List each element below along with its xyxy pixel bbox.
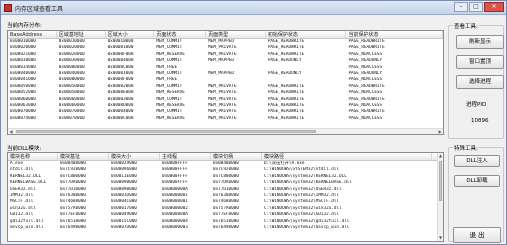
regions-header: BaseAddress 区域基地址 区域大小 页面状态 页面类型 初始保护状态 当前保护状态 xyxy=(8,31,443,39)
regions-column-header[interactable]: 页面状态 xyxy=(154,31,207,38)
modules-header: 模块名称 模块基址 模块大小 主线程 模块句柄 模块路径 xyxy=(8,153,443,161)
regions-column-header[interactable]: 页面类型 xyxy=(206,31,266,38)
regions-cell: PAGE_NOACCESS xyxy=(348,115,383,121)
scroll-right-icon[interactable]: ▶ xyxy=(437,129,443,134)
exit-button[interactable]: 退 出 xyxy=(453,227,501,243)
modules-cell: 0x76490000 xyxy=(213,224,239,230)
regions-hscrollbar[interactable]: ◀ ▶ xyxy=(8,128,443,134)
window-topmost-button[interactable]: 窗口置顶 xyxy=(456,55,504,69)
regions-hscroll-thumb[interactable] xyxy=(16,130,316,133)
dll-modules-listview[interactable]: 模块名称 模块基址 模块大小 主线程 模块句柄 模块路径 A.exe 0x00400000 0… xyxy=(7,152,444,242)
special-tools-title: 特殊工具: xyxy=(453,144,479,152)
modules-row[interactable]: msvcp_win.dll 0x76490000 0x0007D000 0x00000… xyxy=(8,225,443,231)
modules-column-header[interactable]: 模块大小 xyxy=(109,153,160,160)
title-bar[interactable]: 内存区域查看工具 – □ ✕ xyxy=(1,1,506,15)
dll-unload-button[interactable]: DLL卸载 xyxy=(454,175,500,187)
modules-column-header[interactable]: 主线程 xyxy=(160,153,211,160)
regions-group-label: 当前内存分布: xyxy=(7,23,42,29)
dll-inject-button[interactable]: DLL注入 xyxy=(454,155,500,167)
process-id-label: 进程PID xyxy=(466,102,487,108)
modules-column-header[interactable]: 模块路径 xyxy=(262,153,432,160)
regions-cell: MEM_PRIVATE xyxy=(208,115,237,121)
modules-cell: msvcp_win.dll xyxy=(10,224,44,230)
memory-regions-listview[interactable]: BaseAddress 区域基地址 区域大小 页面状态 页面类型 初始保护状态 当前保护状态… xyxy=(7,30,444,135)
scroll-down-icon[interactable]: ▼ xyxy=(438,235,443,241)
process-id-value: 10896 xyxy=(471,118,489,124)
main-window: 内存区域查看工具 – □ ✕ 当前内存分布: BaseAddress 区域基地址区… xyxy=(0,0,507,245)
scroll-up-icon[interactable]: ▲ xyxy=(438,153,443,159)
regions-column-header[interactable]: 初始保护状态 xyxy=(266,31,347,38)
regions-cell: 0x00070000 xyxy=(58,115,85,121)
modules-vscrollbar[interactable]: ▲ ▼ xyxy=(437,153,443,241)
refresh-button[interactable]: 刷新显示 xyxy=(456,35,504,49)
scroll-left-icon[interactable]: ◀ xyxy=(8,129,14,134)
regions-cell: MEM_RESERVE xyxy=(156,115,185,121)
modules-cell: 0x00000003 xyxy=(162,224,188,230)
modules-cell: C:\WINDOWS\System32\msvcp_win.dll xyxy=(264,224,350,230)
regions-column-header[interactable]: 区域大小 xyxy=(106,31,155,38)
maximize-button[interactable]: □ xyxy=(469,2,483,12)
modules-cell: 0x76490000 xyxy=(60,224,86,230)
regions-cell: 0x0000C000 xyxy=(107,115,134,121)
regions-column-header[interactable]: 当前保护状态 xyxy=(346,31,443,38)
app-icon xyxy=(4,4,12,12)
window-title: 内存区域查看工具 xyxy=(15,6,64,13)
minimize-button[interactable]: – xyxy=(454,2,468,12)
select-process-button[interactable]: 选择进程 xyxy=(456,75,504,89)
window-controls: – □ ✕ xyxy=(454,2,504,12)
regions-column-header[interactable]: 区域基地址 xyxy=(57,31,106,38)
modules-column-header[interactable]: 模块名称 xyxy=(8,153,58,160)
regions-row[interactable]: 0x00074000 0x00070000 0x0000C000 MEM_RESERV… xyxy=(8,116,443,122)
regions-column-header[interactable]: BaseAddress xyxy=(8,31,57,38)
close-button[interactable]: ✕ xyxy=(484,2,504,12)
modules-cell: 0x0007D000 xyxy=(111,224,137,230)
modules-body: A.exe 0x00400000 0x00029000 0x0000FFFF 0x004… xyxy=(8,161,443,231)
modules-vscroll-thumb[interactable] xyxy=(439,161,442,201)
regions-cell: 0x00074000 xyxy=(10,115,36,121)
view-tools-title: 查看工具: xyxy=(453,22,479,30)
regions-cell: PAGE_READWRITE xyxy=(267,115,305,121)
modules-column-header[interactable]: 模块基址 xyxy=(58,153,109,160)
modules-group-label: 当前DLL模块: xyxy=(7,146,42,152)
modules-column-header[interactable]: 模块句柄 xyxy=(211,153,262,160)
regions-body: 0x00010000 0x00010000 0x00010000 MEM_COMMIT… xyxy=(8,39,443,122)
